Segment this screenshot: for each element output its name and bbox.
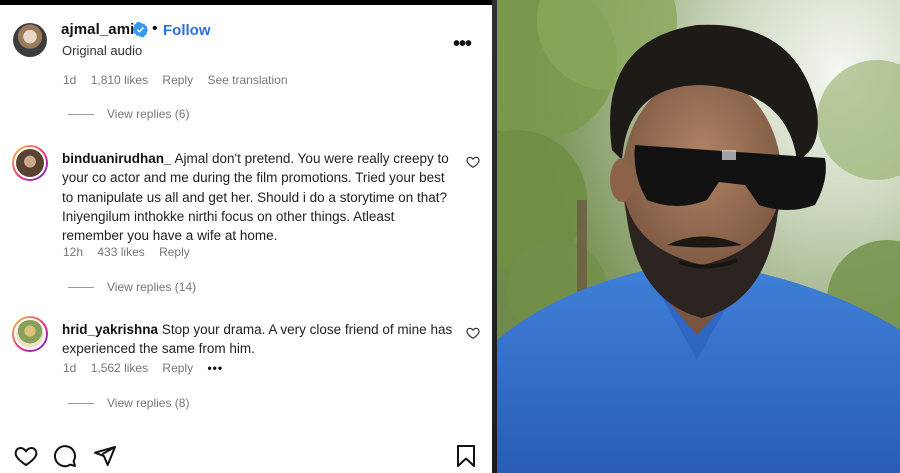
- comment-body: hrid_yakrishna Stop your drama. A very c…: [62, 320, 454, 359]
- video-frame-photo: [497, 0, 900, 473]
- comment-meta: 1d 1,810 likes Reply See translation: [63, 73, 299, 87]
- save-icon[interactable]: [455, 444, 477, 468]
- post-username[interactable]: ajmal_amir: [61, 21, 140, 38]
- comment-time: 12h: [63, 245, 84, 259]
- original-audio-link[interactable]: Original audio: [62, 43, 142, 58]
- view-replies-label: View replies (8): [107, 396, 190, 410]
- replies-divider: [68, 113, 94, 115]
- view-replies-label: View replies (6): [107, 107, 190, 121]
- comment-likes[interactable]: 433 likes: [97, 245, 144, 259]
- comment-username[interactable]: hrid_yakrishna: [62, 322, 158, 337]
- avatar[interactable]: [13, 23, 47, 57]
- comment-likes[interactable]: 1,562 likes: [91, 361, 148, 375]
- avatar[interactable]: [12, 145, 48, 181]
- comment-time: 1d: [63, 73, 77, 87]
- heart-icon[interactable]: [466, 326, 480, 340]
- instagram-comments-view: ajmal_amir • Follow Original audio ••• 1…: [0, 5, 492, 473]
- instagram-post-panel: ajmal_amir • Follow Original audio ••• 1…: [0, 0, 497, 473]
- view-replies-button[interactable]: View replies (8): [68, 396, 189, 410]
- like-icon[interactable]: [14, 444, 38, 468]
- reply-button[interactable]: Reply: [159, 245, 190, 259]
- comment-username[interactable]: binduanirudhan_: [62, 151, 172, 166]
- comment-more-options-icon[interactable]: •••: [207, 361, 223, 375]
- replies-divider: [68, 402, 94, 404]
- post-header: ajmal_amir • Follow Original audio •••: [0, 15, 492, 69]
- follow-button[interactable]: Follow: [163, 22, 211, 39]
- view-replies-button[interactable]: View replies (6): [68, 107, 189, 121]
- avatar[interactable]: [12, 316, 48, 352]
- view-replies-label: View replies (14): [107, 280, 197, 294]
- separator-dot: •: [152, 20, 158, 37]
- comment-meta: 12h 433 likes Reply: [63, 245, 201, 259]
- see-translation-button[interactable]: See translation: [207, 73, 287, 87]
- comment-icon[interactable]: [53, 444, 77, 468]
- replies-divider: [68, 286, 94, 288]
- heart-icon[interactable]: [466, 155, 480, 169]
- comment-body: binduanirudhan_ Ajmal don't pretend. You…: [62, 149, 454, 245]
- comment-meta: 1d 1,562 likes Reply •••: [63, 361, 234, 375]
- reply-button[interactable]: Reply: [162, 73, 193, 87]
- post-actions-bar: [0, 442, 492, 473]
- view-replies-button[interactable]: View replies (14): [68, 280, 196, 294]
- verified-badge-icon: [133, 22, 148, 37]
- more-options-icon[interactable]: •••: [453, 33, 472, 56]
- comment-likes[interactable]: 1,810 likes: [91, 73, 148, 87]
- man-in-sunglasses-photo: [497, 0, 900, 473]
- reply-button[interactable]: Reply: [162, 361, 193, 375]
- share-icon[interactable]: [93, 444, 117, 468]
- comment-time: 1d: [63, 361, 77, 375]
